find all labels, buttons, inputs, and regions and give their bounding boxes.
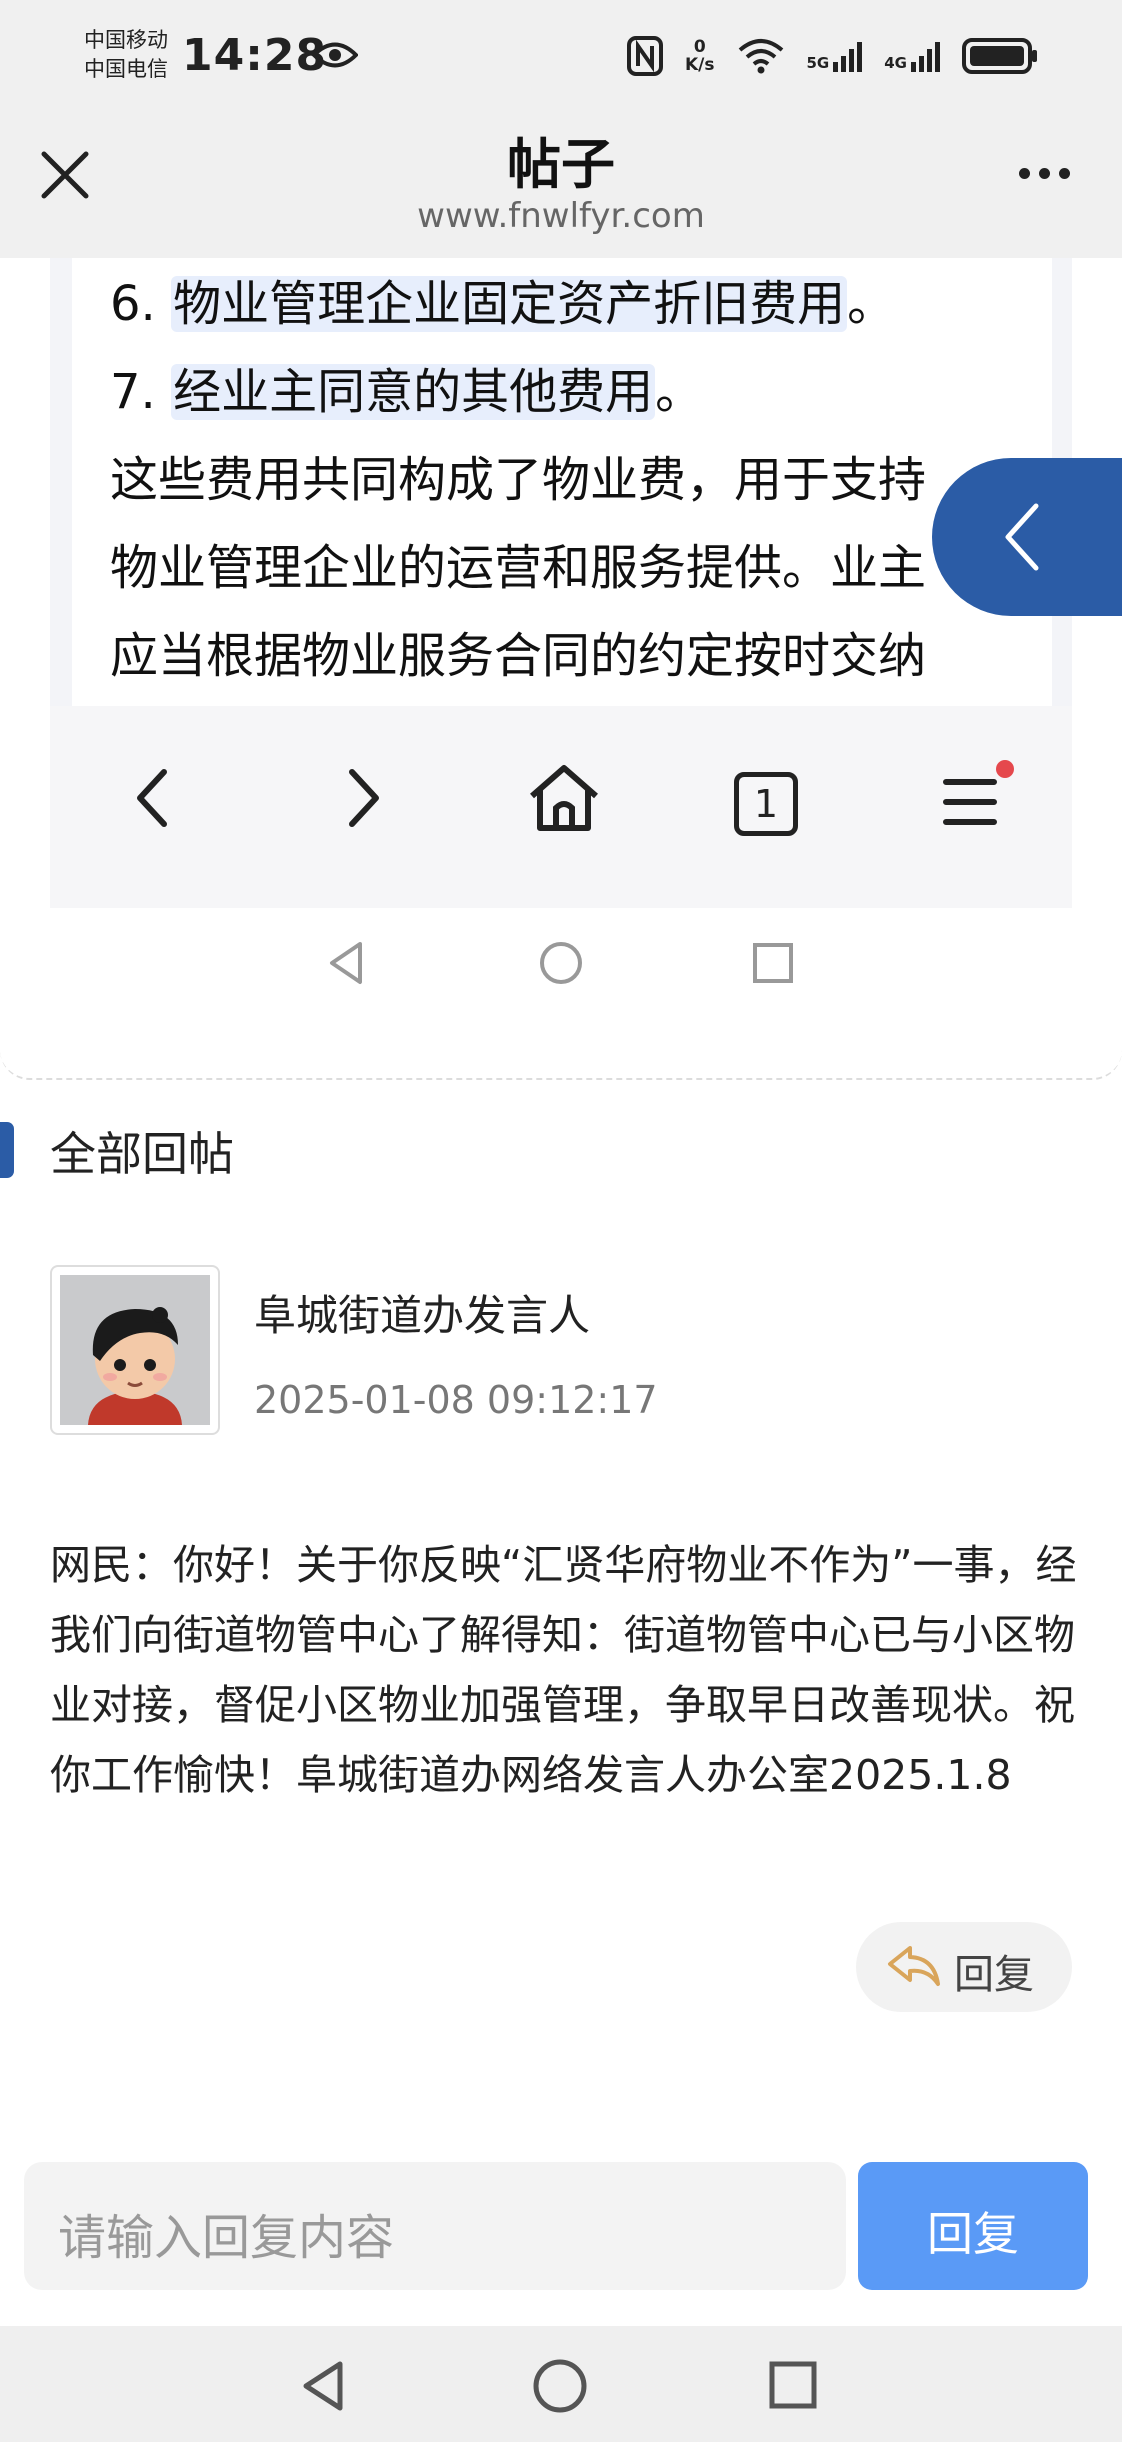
avatar-image — [60, 1275, 210, 1425]
line-suffix: 。 — [655, 364, 704, 420]
nav-home-icon[interactable] — [532, 2358, 588, 2414]
net-speed: 0 K/s — [685, 38, 715, 74]
section-title: 全部回帖 — [50, 1127, 234, 1181]
reply-content: 网民：你好！关于你反映“汇贤华府物业不作为”一事，经我们向街道物管中心了解得知：… — [50, 1541, 1077, 1799]
nav-recents-icon — [753, 943, 793, 983]
system-nav-bar — [0, 2326, 1122, 2442]
net-speed-value: 0 — [693, 37, 706, 57]
page-url: www.fnwlfyr.com — [417, 196, 705, 236]
chevron-left-icon — [1005, 503, 1039, 571]
home-icon — [530, 765, 598, 831]
nav-recents-icon[interactable] — [768, 2360, 818, 2410]
image-line-3: 这些费用共同构成了物业费，用于支持 — [110, 452, 927, 508]
notification-dot — [996, 760, 1014, 778]
line-prefix: 6. — [110, 276, 172, 332]
carrier-1: 中国移动 — [84, 28, 168, 52]
line-text: 经业主同意的其他费用 — [171, 364, 656, 420]
carrier-labels: 中国移动 中国电信 — [84, 26, 168, 84]
battery-icon — [962, 38, 1037, 74]
page-title: 帖子 — [507, 133, 615, 196]
menu-icon — [943, 779, 997, 825]
eye-icon — [312, 42, 358, 68]
reply-author[interactable]: 阜城街道办发言人 — [254, 1282, 590, 1343]
image-line-2: 7. 经业主同意的其他费用。 — [110, 352, 703, 422]
reply-button-label: 回复 — [954, 1952, 1034, 1998]
wifi-icon — [738, 39, 783, 74]
image-browser-toolbar: 1 — [50, 706, 1072, 908]
signal-2-tag: 4G — [884, 54, 907, 72]
more-menu-icon[interactable] — [1019, 168, 1070, 179]
image-line-1: 6. 物业管理企业固定资产折旧费用。 — [110, 264, 895, 334]
nav-back-icon — [330, 942, 362, 984]
image-text-area: 6. 物业管理企业固定资产折旧费用。 7. 经业主同意的其他费用。 这些费用共同… — [72, 258, 1052, 706]
image-system-nav — [0, 918, 1122, 1018]
nav-back-icon[interactable] — [300, 2360, 346, 2412]
line-suffix: 。 — [847, 276, 896, 332]
send-button-label: 回复 — [927, 2207, 1019, 2261]
reply-arrow-icon — [888, 1946, 940, 1986]
send-reply-button[interactable]: 回复 — [858, 2162, 1088, 2290]
post-image[interactable]: 6. 物业管理企业固定资产折旧费用。 7. 经业主同意的其他费用。 这些费用共同… — [0, 258, 1122, 1080]
avatar[interactable] — [50, 1265, 220, 1435]
signal-2: 4G — [884, 40, 940, 72]
line-prefix: 7. — [110, 364, 172, 420]
side-collapse-button[interactable] — [932, 458, 1122, 616]
carrier-2: 中国电信 — [84, 57, 168, 81]
nfc-icon — [626, 36, 663, 76]
section-accent-bar — [0, 1122, 14, 1178]
image-line-4: 物业管理企业的运营和服务提供。业主 — [110, 540, 927, 596]
nav-home-icon — [540, 942, 582, 984]
reply-input[interactable]: 请输入回复内容 — [24, 2162, 846, 2290]
signal-bars-icon — [833, 42, 863, 72]
cartoon-person-icon — [60, 1275, 210, 1425]
status-time: 14:28 — [182, 30, 328, 81]
reply-to-comment-button[interactable]: 回复 — [856, 1922, 1072, 2012]
status-bar: 中国移动 中国电信 14:28 0 K/s 5G 4G — [0, 0, 1122, 118]
title-bar: 帖子 www.fnwlfyr.com — [0, 118, 1122, 258]
reply-input-placeholder: 请输入回复内容 — [58, 2210, 395, 2266]
net-speed-unit: K/s — [684, 55, 715, 75]
back-icon — [137, 769, 167, 827]
image-line-5: 应当根据物业服务合同的约定按时交纳 — [110, 628, 927, 684]
signal-bars-icon — [911, 42, 940, 72]
forward-icon — [349, 769, 379, 827]
signal-1-tag: 5G — [806, 54, 830, 72]
signal-1: 5G — [807, 40, 863, 72]
reply-timestamp: 2025-01-08 09:12:17 — [254, 1378, 658, 1422]
line-text: 物业管理企业固定资产折旧费用 — [171, 276, 848, 332]
tab-count-icon: 1 — [734, 772, 798, 836]
